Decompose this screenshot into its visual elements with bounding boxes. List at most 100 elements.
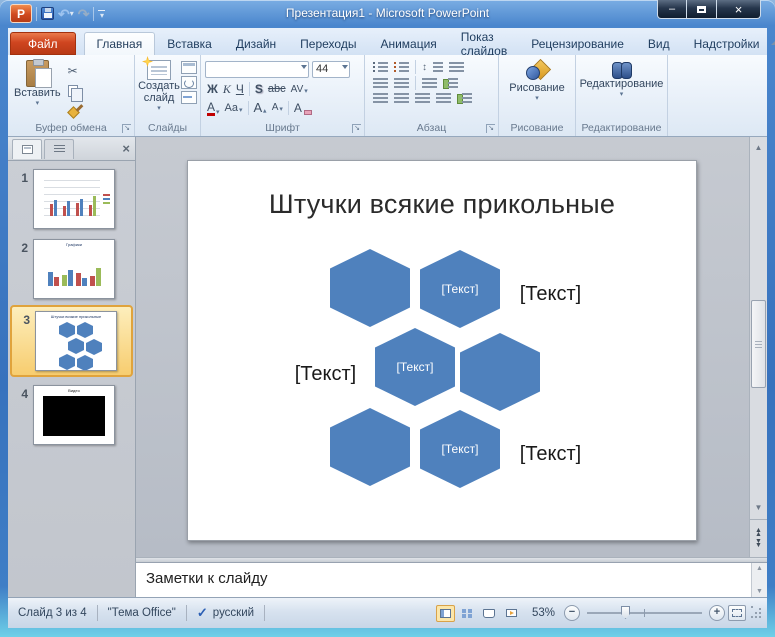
tab-insert[interactable]: Вставка <box>155 32 224 55</box>
minimize-button[interactable]: – <box>657 0 687 19</box>
paragraph-dialog-launcher[interactable]: ↘ <box>486 124 495 133</box>
font-color-button[interactable]: A▾ <box>207 100 220 116</box>
font-size-combo[interactable] <box>312 59 350 78</box>
scrollbar-thumb[interactable] <box>751 300 766 388</box>
zoom-in-button[interactable]: + <box>709 605 725 621</box>
slide-3-thumbnail[interactable]: Штучки всякие прикольные <box>35 311 117 371</box>
hexagon-shape[interactable] <box>330 408 410 486</box>
line-spacing-button[interactable]: ↕ <box>422 61 443 73</box>
new-slide-button[interactable]: Создать слайд ▾ <box>137 58 181 120</box>
font-name-combo[interactable] <box>205 59 309 78</box>
tab-home[interactable]: Главная <box>84 32 156 55</box>
hexagon-shape[interactable] <box>460 333 540 411</box>
character-spacing-button[interactable]: AV▾ <box>291 84 308 95</box>
vertical-scrollbar[interactable]: ▲ ▼ ▲▲ ▼▼ <box>749 137 767 557</box>
slide-1-thumbnail[interactable] <box>33 169 115 229</box>
collapse-ribbon-icon[interactable] <box>771 40 775 45</box>
maximize-button[interactable] <box>687 0 716 19</box>
underline-button[interactable]: Ч <box>236 82 244 96</box>
slide-layout-button[interactable] <box>181 61 197 74</box>
tab-transitions[interactable]: Переходы <box>288 32 368 55</box>
slide-canvas[interactable]: Штучки всякие прикольные [Текст] [Текст]… <box>187 160 697 541</box>
text-placeholder[interactable]: [Текст] <box>508 283 593 306</box>
close-button[interactable]: × <box>716 0 761 19</box>
slide-4-thumbnail[interactable]: Видео <box>33 385 115 445</box>
thumbnail-row-1[interactable]: 1 <box>8 161 135 231</box>
font-dialog-launcher[interactable]: ↘ <box>352 124 361 133</box>
hexagon-text[interactable]: [Текст] <box>442 282 479 296</box>
columns-button[interactable] <box>422 77 437 89</box>
language-label[interactable]: русский <box>213 607 254 619</box>
tab-review[interactable]: Рецензирование <box>519 32 636 55</box>
hexagon-text[interactable]: [Текст] <box>442 442 479 456</box>
outline-tab[interactable] <box>44 139 74 159</box>
fit-to-window-button[interactable] <box>728 605 746 621</box>
previous-slide-button[interactable]: ▲▲ <box>755 529 762 537</box>
normal-view-button[interactable] <box>436 605 455 622</box>
scroll-down-arrow[interactable]: ▼ <box>756 588 763 595</box>
slide-2-thumbnail[interactable]: Графики <box>33 239 115 299</box>
change-case-button[interactable]: Aa▾ <box>225 102 243 114</box>
bullets-button[interactable] <box>373 61 388 73</box>
paste-button[interactable]: Вставить ▾ <box>10 58 65 120</box>
section-button[interactable] <box>181 91 197 104</box>
thumbnail-row-4[interactable]: 4 Видео <box>8 377 135 447</box>
decrease-indent-button[interactable] <box>373 77 388 89</box>
align-text-button[interactable] <box>443 77 458 89</box>
format-painter-button[interactable] <box>65 102 87 119</box>
resize-grip[interactable] <box>751 606 763 620</box>
align-left-button[interactable] <box>373 92 388 104</box>
tab-addins[interactable]: Надстройки <box>682 32 772 55</box>
align-right-button[interactable] <box>415 92 430 104</box>
editing-button[interactable]: Редактирование ▾ <box>578 58 665 100</box>
slideshow-button[interactable] <box>502 605 521 622</box>
tab-slideshow[interactable]: Показ слайдов <box>449 32 519 55</box>
scroll-up-arrow[interactable]: ▲ <box>750 139 767 155</box>
title-bar[interactable]: P ↶▾ ↷ ▾ Презентация1 - Microsoft PowerP… <box>0 0 775 28</box>
align-center-button[interactable] <box>394 92 409 104</box>
increase-indent-button[interactable] <box>394 77 409 89</box>
next-slide-button[interactable]: ▼▼ <box>755 540 762 548</box>
slide-workspace[interactable]: Штучки всякие прикольные [Текст] [Текст]… <box>136 137 749 557</box>
reset-slide-button[interactable] <box>181 76 197 89</box>
hexagon-shape[interactable]: [Текст] <box>420 250 500 328</box>
grow-font-button[interactable]: A▾ <box>254 100 267 115</box>
tab-design[interactable]: Дизайн <box>224 32 288 55</box>
reading-view-button[interactable] <box>480 605 499 622</box>
bold-button[interactable]: Ж <box>207 82 218 96</box>
tab-file[interactable]: Файл <box>10 32 76 55</box>
justify-button[interactable] <box>436 92 451 104</box>
shrink-font-button[interactable]: A▾ <box>272 102 283 113</box>
zoom-slider[interactable] <box>587 605 702 621</box>
scroll-up-arrow[interactable]: ▲ <box>756 565 763 572</box>
thumbnail-row-3-selected[interactable]: 3 Штучки всякие прикольные <box>10 305 133 377</box>
scroll-down-arrow[interactable]: ▼ <box>750 499 767 515</box>
slides-tab[interactable] <box>12 139 42 159</box>
theme-name[interactable]: "Тема Office" <box>98 607 186 619</box>
slider-thumb[interactable] <box>621 606 630 619</box>
thumbnail-row-2[interactable]: 2 Графики <box>8 231 135 301</box>
tab-animations[interactable]: Анимация <box>368 32 448 55</box>
tab-view[interactable]: Вид <box>636 32 682 55</box>
hexagon-shape[interactable]: [Текст] <box>375 328 455 406</box>
drawing-button[interactable]: Рисование ▾ <box>501 58 573 104</box>
text-placeholder[interactable]: [Текст] <box>283 363 368 386</box>
cut-button[interactable]: ✂ <box>65 62 87 79</box>
hexagon-shape[interactable]: [Текст] <box>420 410 500 488</box>
text-direction-button[interactable] <box>449 61 464 73</box>
clear-formatting-button[interactable]: A <box>294 101 312 115</box>
notes-pane[interactable]: Заметки к слайду ▲ ▼ <box>136 563 767 597</box>
slide-counter[interactable]: Слайд 3 из 4 <box>8 607 97 619</box>
hexagon-text[interactable]: [Текст] <box>397 360 434 374</box>
copy-button[interactable]: ▾ <box>65 82 87 99</box>
slide-title[interactable]: Штучки всякие прикольные <box>208 189 676 220</box>
font-name-input[interactable] <box>205 61 309 78</box>
notes-scrollbar[interactable]: ▲ ▼ <box>751 563 767 597</box>
spellcheck-status[interactable]: ✓ русский <box>187 605 264 621</box>
notes-placeholder[interactable]: Заметки к слайду <box>136 563 751 597</box>
strikethrough-button[interactable]: abc <box>268 83 286 95</box>
slide-sorter-button[interactable] <box>458 605 477 622</box>
zoom-out-button[interactable]: − <box>564 605 580 621</box>
text-placeholder[interactable]: [Текст] <box>508 443 593 466</box>
font-size-input[interactable] <box>312 61 350 78</box>
